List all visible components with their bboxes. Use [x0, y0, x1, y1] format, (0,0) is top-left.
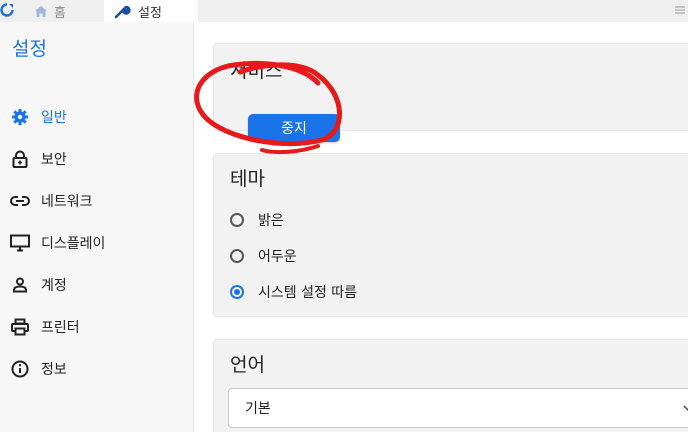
language-select-value: 기본 — [245, 401, 271, 417]
sidebar-item-label: 보안 — [41, 152, 67, 168]
radio-button[interactable] — [230, 249, 244, 263]
sidebar-item-about[interactable]: 정보 — [0, 354, 193, 384]
theme-title: 테마 — [230, 168, 265, 190]
tab-home[interactable]: 홈 — [34, 0, 66, 22]
service-title: 서비스 — [230, 60, 283, 82]
theme-option-label: 시스템 설정 따름 — [258, 285, 358, 301]
service-card: 서비스 중지 — [213, 43, 688, 142]
sidebar-item-label: 네트워크 — [41, 194, 93, 210]
theme-option-label: 어두운 — [258, 249, 297, 265]
sidebar: 설정 일반 보안 네트워크 디스플레이 계정 프린터 정보 — [0, 22, 194, 432]
wrench-icon — [114, 5, 131, 19]
language-title: 언어 — [230, 354, 265, 376]
link-icon — [9, 190, 31, 212]
gear-icon — [9, 106, 31, 128]
language-select[interactable]: 기본 — [228, 388, 688, 428]
lock-icon — [9, 148, 31, 170]
person-icon — [9, 274, 31, 296]
home-icon — [35, 5, 47, 17]
sidebar-item-account[interactable]: 계정 — [0, 270, 193, 300]
theme-option-dark[interactable]: 어두운 — [230, 246, 297, 266]
theme-card: 테마 밝은 어두운 시스템 설정 따름 — [213, 153, 688, 317]
theme-option-light[interactable]: 밝은 — [230, 210, 284, 230]
tab-home-label: 홈 — [54, 5, 66, 21]
sidebar-item-label: 프린터 — [41, 320, 80, 336]
sidebar-item-label: 디스플레이 — [41, 236, 106, 252]
menu-icon[interactable] — [674, 4, 686, 16]
sidebar-item-label: 정보 — [41, 362, 67, 378]
sidebar-item-security[interactable]: 보안 — [0, 144, 193, 174]
sidebar-item-printer[interactable]: 프린터 — [0, 312, 193, 342]
sidebar-item-label: 일반 — [41, 110, 67, 126]
sidebar-title: 설정 — [12, 38, 47, 60]
language-card: 언어 기본 — [213, 339, 688, 432]
sidebar-item-display[interactable]: 디스플레이 — [0, 228, 193, 258]
monitor-icon — [9, 232, 31, 254]
app-logo-icon — [0, 3, 14, 17]
sidebar-item-general[interactable]: 일반 — [0, 102, 193, 132]
chevron-down-icon — [683, 405, 688, 412]
printer-icon — [9, 316, 31, 338]
sidebar-item-network[interactable]: 네트워크 — [0, 186, 193, 216]
sidebar-item-label: 계정 — [41, 278, 67, 294]
theme-option-system[interactable]: 시스템 설정 따름 — [230, 282, 357, 302]
info-icon — [9, 358, 31, 380]
radio-button-checked[interactable] — [230, 285, 244, 299]
theme-option-label: 밝은 — [258, 213, 284, 229]
settings-content: 서비스 중지 테마 밝은 어두운 시스템 설정 따름 언어 기본 — [194, 22, 688, 432]
radio-button[interactable] — [230, 213, 244, 227]
tab-settings[interactable]: 설정 — [104, 0, 198, 22]
tab-bar: 홈 설정 — [0, 0, 688, 23]
stop-button[interactable]: 중지 — [248, 114, 340, 142]
tab-settings-label: 설정 — [138, 5, 162, 21]
